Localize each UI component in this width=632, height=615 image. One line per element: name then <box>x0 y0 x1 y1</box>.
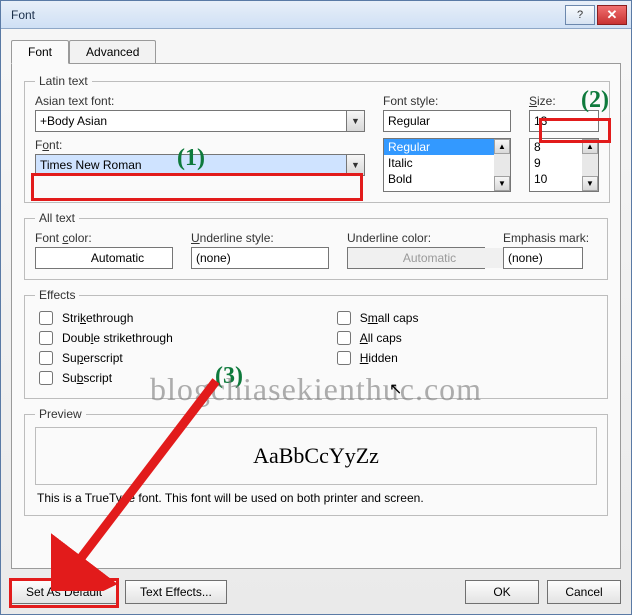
scroll-up-icon[interactable]: ▲ <box>582 139 598 154</box>
size-list[interactable]: 8 9 10 ▲ ▼ <box>529 138 599 192</box>
alltext-legend: All text <box>35 211 79 225</box>
emphasis-value[interactable] <box>504 248 632 268</box>
asian-font-combo[interactable]: ▼ <box>35 110 365 132</box>
chevron-down-icon[interactable]: ▼ <box>346 111 364 131</box>
preview-legend: Preview <box>35 407 86 421</box>
size-input-box[interactable] <box>529 110 599 132</box>
list-item[interactable]: 9 <box>530 155 582 171</box>
list-item[interactable]: 10 <box>530 171 582 187</box>
scrollbar[interactable]: ▲ ▼ <box>582 139 598 191</box>
underline-style-combo[interactable]: ▼ <box>191 247 329 269</box>
size-input[interactable] <box>530 111 632 131</box>
list-item[interactable]: Italic <box>384 155 494 171</box>
preview-box: AaBbCcYyZz <box>35 427 597 485</box>
strikethrough-label: Strikethrough <box>62 311 133 325</box>
scroll-down-icon[interactable]: ▼ <box>494 176 510 191</box>
scroll-down-icon[interactable]: ▼ <box>582 176 598 191</box>
list-item[interactable]: Regular <box>384 139 494 155</box>
strikethrough-check[interactable] <box>39 311 53 325</box>
cancel-button[interactable]: Cancel <box>547 580 621 604</box>
set-default-button[interactable]: Set As Default <box>11 580 117 604</box>
all-caps-check[interactable] <box>337 331 351 345</box>
superscript-check[interactable] <box>39 351 53 365</box>
small-caps-check[interactable] <box>337 311 351 325</box>
window-title: Font <box>11 8 35 22</box>
titlebar-controls: ? ✕ <box>565 5 627 25</box>
font-color-combo[interactable]: ▼ <box>35 247 173 269</box>
preview-note: This is a TrueType font. This font will … <box>37 491 595 505</box>
close-button[interactable]: ✕ <box>597 5 627 25</box>
font-style-input-box[interactable] <box>383 110 511 132</box>
text-effects-button[interactable]: Text Effects... <box>125 580 227 604</box>
dialog-buttons: Set As Default Text Effects... OK Cancel <box>11 580 621 604</box>
font-combo[interactable]: ▼ <box>35 154 365 176</box>
scroll-up-icon[interactable]: ▲ <box>494 139 510 154</box>
list-item[interactable]: 8 <box>530 139 582 155</box>
font-style-list[interactable]: Regular Italic Bold ▲ ▼ <box>383 138 511 192</box>
latin-text-group: Latin text Asian text font: ▼ Font style… <box>24 74 610 203</box>
underline-color-label: Underline color: <box>347 231 485 245</box>
small-caps-label: Small caps <box>360 311 419 325</box>
underline-color-value <box>348 248 511 268</box>
all-text-group: All text Font color: ▼ Underline style: <box>24 211 608 280</box>
latin-legend: Latin text <box>35 74 92 88</box>
all-caps-label: All caps <box>360 331 402 345</box>
chevron-down-icon[interactable]: ▼ <box>346 155 364 175</box>
size-label: Size: <box>529 94 599 108</box>
subscript-label: Subscript <box>62 371 112 385</box>
subscript-check[interactable] <box>39 371 53 385</box>
tab-font[interactable]: Font <box>11 40 69 64</box>
font-label: Font: <box>35 138 365 152</box>
asian-font-label: Asian text font: <box>35 94 365 108</box>
underline-color-combo: ▼ <box>347 247 485 269</box>
font-color-value[interactable] <box>36 248 199 268</box>
preview-group: Preview AaBbCcYyZz This is a TrueType fo… <box>24 407 608 516</box>
effects-legend: Effects <box>35 288 79 302</box>
emphasis-combo[interactable]: ▼ <box>503 247 583 269</box>
double-strike-label: Double strikethrough <box>62 331 173 345</box>
underline-style-label: Underline style: <box>191 231 329 245</box>
title-bar: Font ? ✕ <box>1 1 631 29</box>
asian-font-input[interactable] <box>36 111 346 131</box>
help-button[interactable]: ? <box>565 5 595 25</box>
font-style-label: Font style: <box>383 94 511 108</box>
hidden-check[interactable] <box>337 351 351 365</box>
font-input[interactable] <box>36 155 346 175</box>
tab-content: Latin text Asian text font: ▼ Font style… <box>11 63 621 569</box>
font-color-label: Font color: <box>35 231 173 245</box>
tab-strip: Font Advanced <box>11 39 621 63</box>
emphasis-label: Emphasis mark: <box>503 231 589 245</box>
scrollbar[interactable]: ▲ ▼ <box>494 139 510 191</box>
ok-button[interactable]: OK <box>465 580 539 604</box>
font-dialog: Font ? ✕ Font Advanced Latin text Asian … <box>0 0 632 615</box>
list-item[interactable]: Bold <box>384 171 494 187</box>
double-strike-check[interactable] <box>39 331 53 345</box>
effects-group: Effects Strikethrough Double strikethrou… <box>24 288 608 399</box>
hidden-label: Hidden <box>360 351 398 365</box>
font-style-input[interactable] <box>384 111 547 131</box>
superscript-label: Superscript <box>62 351 123 365</box>
tab-advanced[interactable]: Advanced <box>69 40 156 64</box>
underline-style-value[interactable] <box>192 248 355 268</box>
